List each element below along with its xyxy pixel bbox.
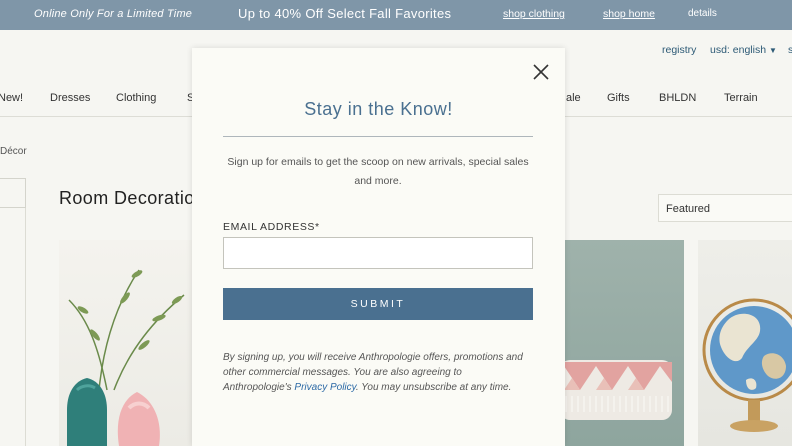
currency-selector[interactable]: usd: english ▼	[710, 44, 777, 56]
sort-dropdown[interactable]: Featured	[658, 194, 792, 222]
modal-description: Sign up for emails to get the scoop on n…	[227, 156, 529, 187]
promo-banner: Online Only For a Limited Time Up to 40%…	[0, 0, 792, 30]
nav-item-clothing[interactable]: Clothing	[116, 92, 156, 104]
close-icon	[533, 64, 549, 80]
page-title: Room Decoratio	[59, 188, 195, 208]
close-button[interactable]	[532, 63, 550, 81]
sort-selected-value: Featured	[666, 203, 711, 215]
product-tile-vases[interactable]	[59, 240, 193, 446]
email-signup-modal: Stay in the Know! Sign up for emails to …	[192, 48, 565, 446]
product-tile-pillow[interactable]	[564, 240, 684, 446]
privacy-policy-link[interactable]: Privacy Policy	[294, 382, 356, 393]
registry-link[interactable]: registry	[662, 44, 696, 56]
shop-home-link[interactable]: shop home	[603, 0, 655, 28]
legal-disclaimer: By signing up, you will receive Anthropo…	[223, 350, 523, 395]
promo-sale-text: Up to 40% Off Select Fall Favorites	[238, 6, 452, 21]
sidebar-divider	[25, 208, 26, 446]
breadcrumb[interactable]: Décor	[0, 146, 27, 157]
nav-item-new[interactable]: New!	[0, 92, 23, 104]
email-field[interactable]	[223, 237, 533, 269]
email-field-label: EMAIL ADDRESS*	[223, 221, 320, 233]
nav-item-dresses[interactable]: Dresses	[50, 92, 90, 104]
legal-text-end: . You may unsubscribe at any time.	[355, 382, 512, 393]
nav-item-gifts[interactable]: Gifts	[607, 92, 630, 104]
currency-label: usd: english	[710, 44, 767, 56]
submit-button[interactable]: SUBMIT	[223, 288, 533, 320]
caret-down-icon: ▼	[768, 46, 777, 55]
promo-online-only: Online Only For a Limited Time	[34, 8, 193, 20]
pillow-product-image	[564, 360, 672, 420]
nav-item-sale[interactable]: ale	[566, 92, 581, 104]
globe-product-image	[702, 298, 792, 432]
modal-divider	[223, 136, 533, 137]
vases-product-image	[67, 269, 185, 446]
modal-title: Stay in the Know!	[304, 99, 453, 119]
shop-clothing-link[interactable]: shop clothing	[503, 0, 565, 28]
product-tile-globe[interactable]	[698, 240, 792, 446]
nav-item-terrain[interactable]: Terrain	[724, 92, 758, 104]
sidebar-filter-box[interactable]	[0, 178, 26, 208]
promo-details-link[interactable]: details	[688, 0, 717, 28]
utility-link-cut[interactable]: s	[788, 44, 792, 56]
nav-item-bhldn[interactable]: BHLDN	[659, 92, 696, 104]
